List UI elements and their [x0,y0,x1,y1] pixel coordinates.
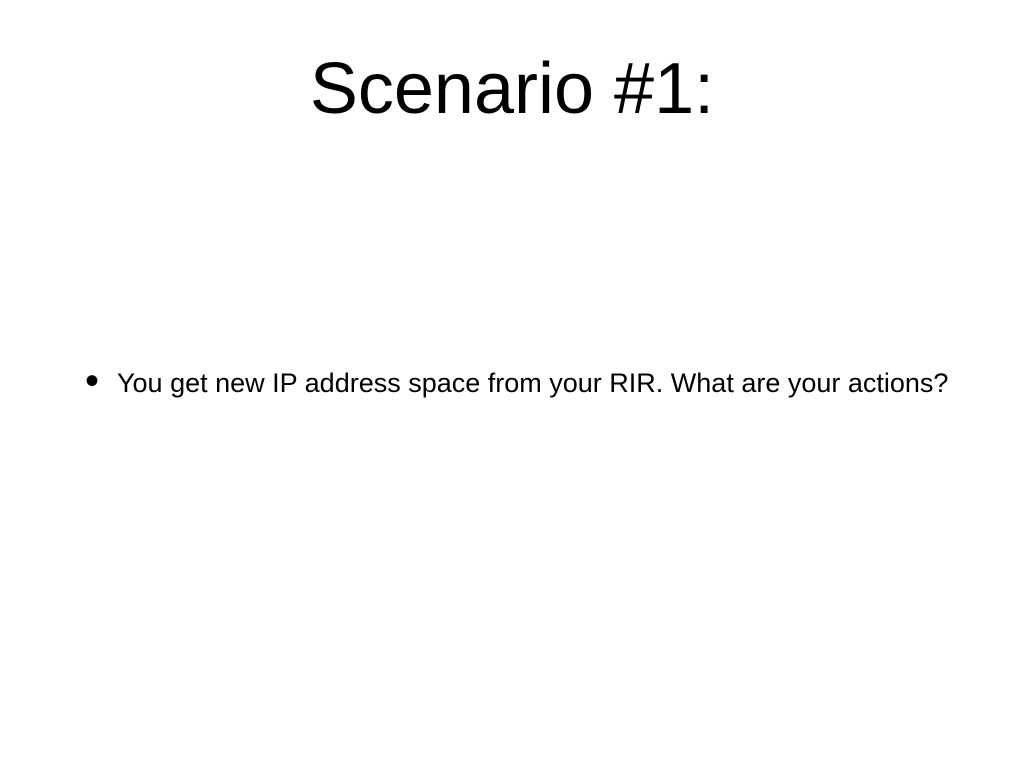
bullet-list: • You get new IP address space from your… [85,365,964,401]
list-item: • You get new IP address space from your… [85,365,964,401]
slide: Scenario #1: • You get new IP address sp… [0,0,1024,768]
bullet-text: You get new IP address space from your R… [117,365,948,401]
slide-title: Scenario #1: [0,48,1024,130]
bullet-icon: • [85,371,99,391]
